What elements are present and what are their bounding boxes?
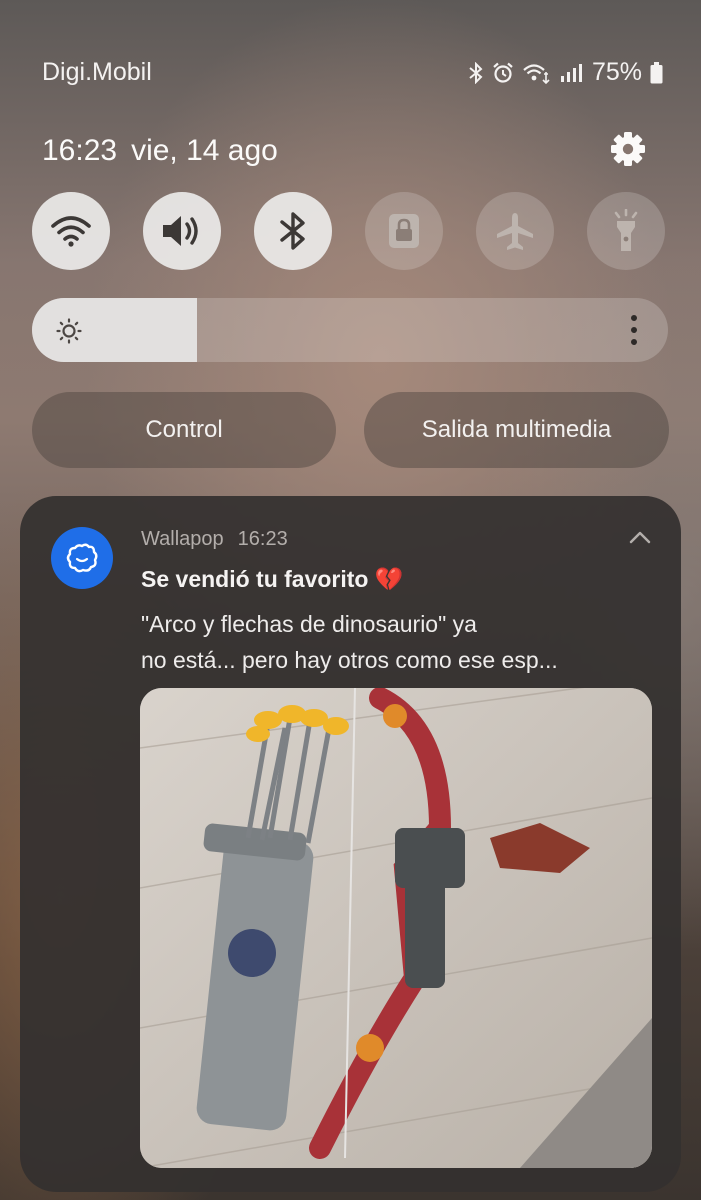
notification-title-text: Se vendió tu favorito: [141, 566, 369, 592]
alarm-icon: [492, 62, 514, 84]
airplane-mode-toggle[interactable]: [476, 192, 554, 270]
lock-icon: [386, 212, 422, 250]
clock-date: vie, 14 ago: [131, 134, 278, 167]
wifi-calling-icon: [522, 62, 552, 84]
brightness-slider[interactable]: [32, 298, 668, 362]
wifi-toggle[interactable]: [32, 192, 110, 270]
status-icons: 75%: [468, 58, 663, 87]
flashlight-toggle[interactable]: [587, 192, 665, 270]
sound-toggle[interactable]: [143, 192, 221, 270]
rotation-lock-toggle[interactable]: [365, 192, 443, 270]
notification-time: 16:23: [237, 528, 288, 550]
speaker-icon: [160, 212, 204, 250]
notification-title: Se vendió tu favorito 💔: [141, 566, 403, 593]
bluetooth-icon: [468, 61, 484, 84]
broken-heart-icon: 💔: [374, 566, 404, 592]
device-control-button[interactable]: Control: [32, 392, 336, 468]
notification-app-name: Wallapop: [141, 528, 224, 550]
sun-icon: [56, 318, 82, 349]
wallapop-app-icon: [51, 527, 113, 589]
settings-button[interactable]: [607, 128, 649, 170]
status-bar: Digi.Mobil 75%: [0, 0, 701, 110]
bluetooth-icon: [278, 211, 308, 251]
battery-percent: 75%: [591, 58, 642, 86]
wifi-icon: [50, 214, 92, 248]
clock: 16:23 vie, 14 ago: [42, 134, 278, 168]
clock-time: 16:23: [42, 134, 118, 167]
quick-settings-header: 16:23 vie, 14 ago: [42, 128, 649, 172]
carrier-name: Digi.Mobil: [42, 58, 152, 86]
notification-body-line: no está... pero hay otros como ese esp..…: [141, 647, 558, 673]
bluetooth-toggle[interactable]: [254, 192, 332, 270]
flashlight-icon: [608, 209, 644, 253]
more-options-icon[interactable]: [630, 314, 638, 351]
product-image[interactable]: [140, 688, 652, 1168]
notification-meta: Wallapop 16:23: [141, 528, 288, 551]
notification-body-line: "Arco y flechas de dinosaurio" ya: [141, 611, 477, 637]
signal-icon: [560, 63, 582, 83]
notification-body: "Arco y flechas de dinosaurio" ya no est…: [141, 606, 651, 678]
battery-icon: [650, 61, 663, 84]
airplane-icon: [494, 210, 536, 252]
gear-icon: [607, 132, 649, 174]
quick-toggles: [32, 192, 668, 270]
wallapop-notification[interactable]: Wallapop 16:23 Se vendió tu favorito 💔 "Ar…: [20, 496, 681, 1192]
collapse-chevron-icon[interactable]: [629, 530, 651, 549]
media-output-button[interactable]: Salida multimedia: [364, 392, 669, 468]
